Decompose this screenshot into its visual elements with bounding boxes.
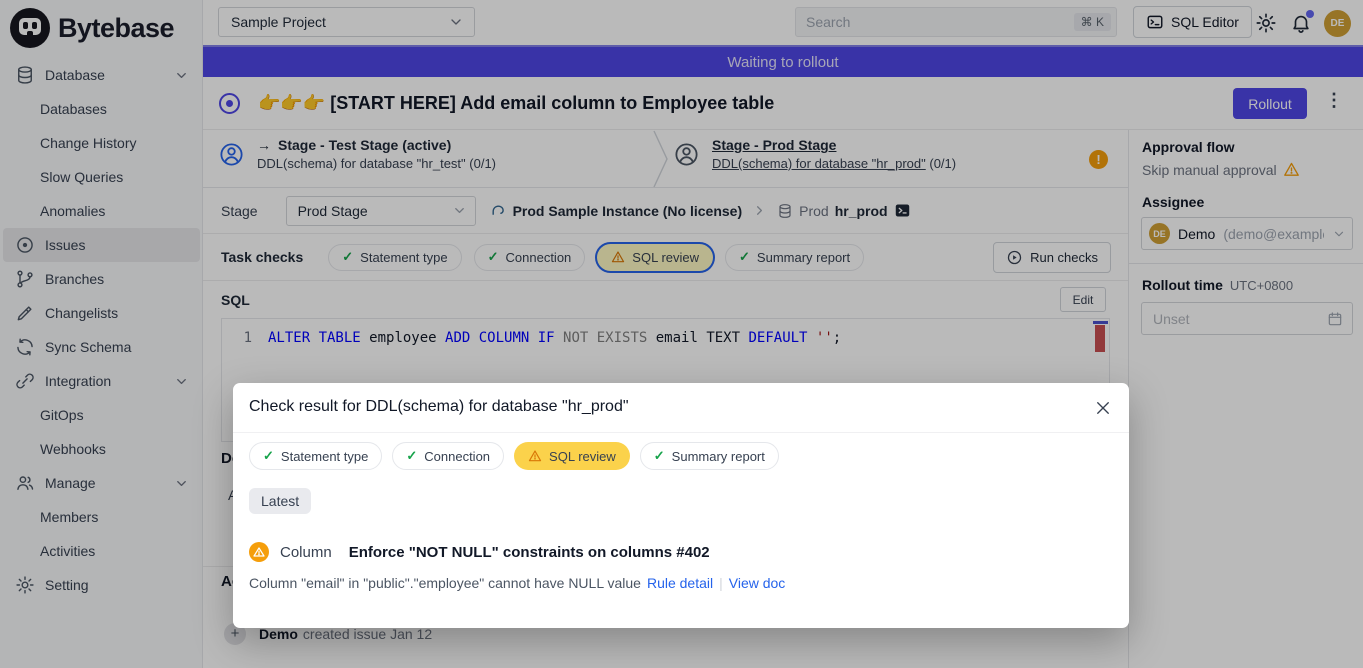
check-icon: ✓: [654, 448, 665, 464]
check-icon: ✓: [406, 448, 417, 464]
tab-statement-type[interactable]: ✓Statement type: [249, 442, 382, 470]
check-result-tabs: ✓Statement type ✓Connection SQL review ✓…: [249, 442, 789, 470]
latest-badge[interactable]: Latest: [249, 488, 311, 514]
warning-circle-icon: [249, 542, 269, 562]
modal-title: Check result for DDL(schema) for databas…: [249, 398, 629, 416]
bytebase-app: Bytebase Database Databases Change Histo…: [0, 0, 1363, 668]
check-icon: ✓: [263, 448, 274, 464]
tab-connection[interactable]: ✓Connection: [392, 442, 504, 470]
rule-detail-text: Column "email" in "public"."employee" ca…: [249, 575, 785, 591]
tab-sql-review[interactable]: SQL review: [514, 442, 630, 470]
tab-summary-report[interactable]: ✓Summary report: [640, 442, 779, 470]
divider: [233, 432, 1129, 433]
rule-detail-link[interactable]: Rule detail: [647, 575, 713, 591]
check-result-modal: Check result for DDL(schema) for databas…: [233, 383, 1129, 628]
divider: |: [719, 575, 723, 591]
rule-title: Enforce "NOT NULL" constraints on column…: [349, 544, 710, 561]
view-doc-link[interactable]: View doc: [729, 575, 786, 591]
warning-triangle-icon: [528, 449, 542, 463]
check-result-row: Column Enforce "NOT NULL" constraints on…: [249, 542, 710, 562]
close-icon[interactable]: [1094, 399, 1112, 417]
rule-category: Column: [280, 544, 332, 561]
